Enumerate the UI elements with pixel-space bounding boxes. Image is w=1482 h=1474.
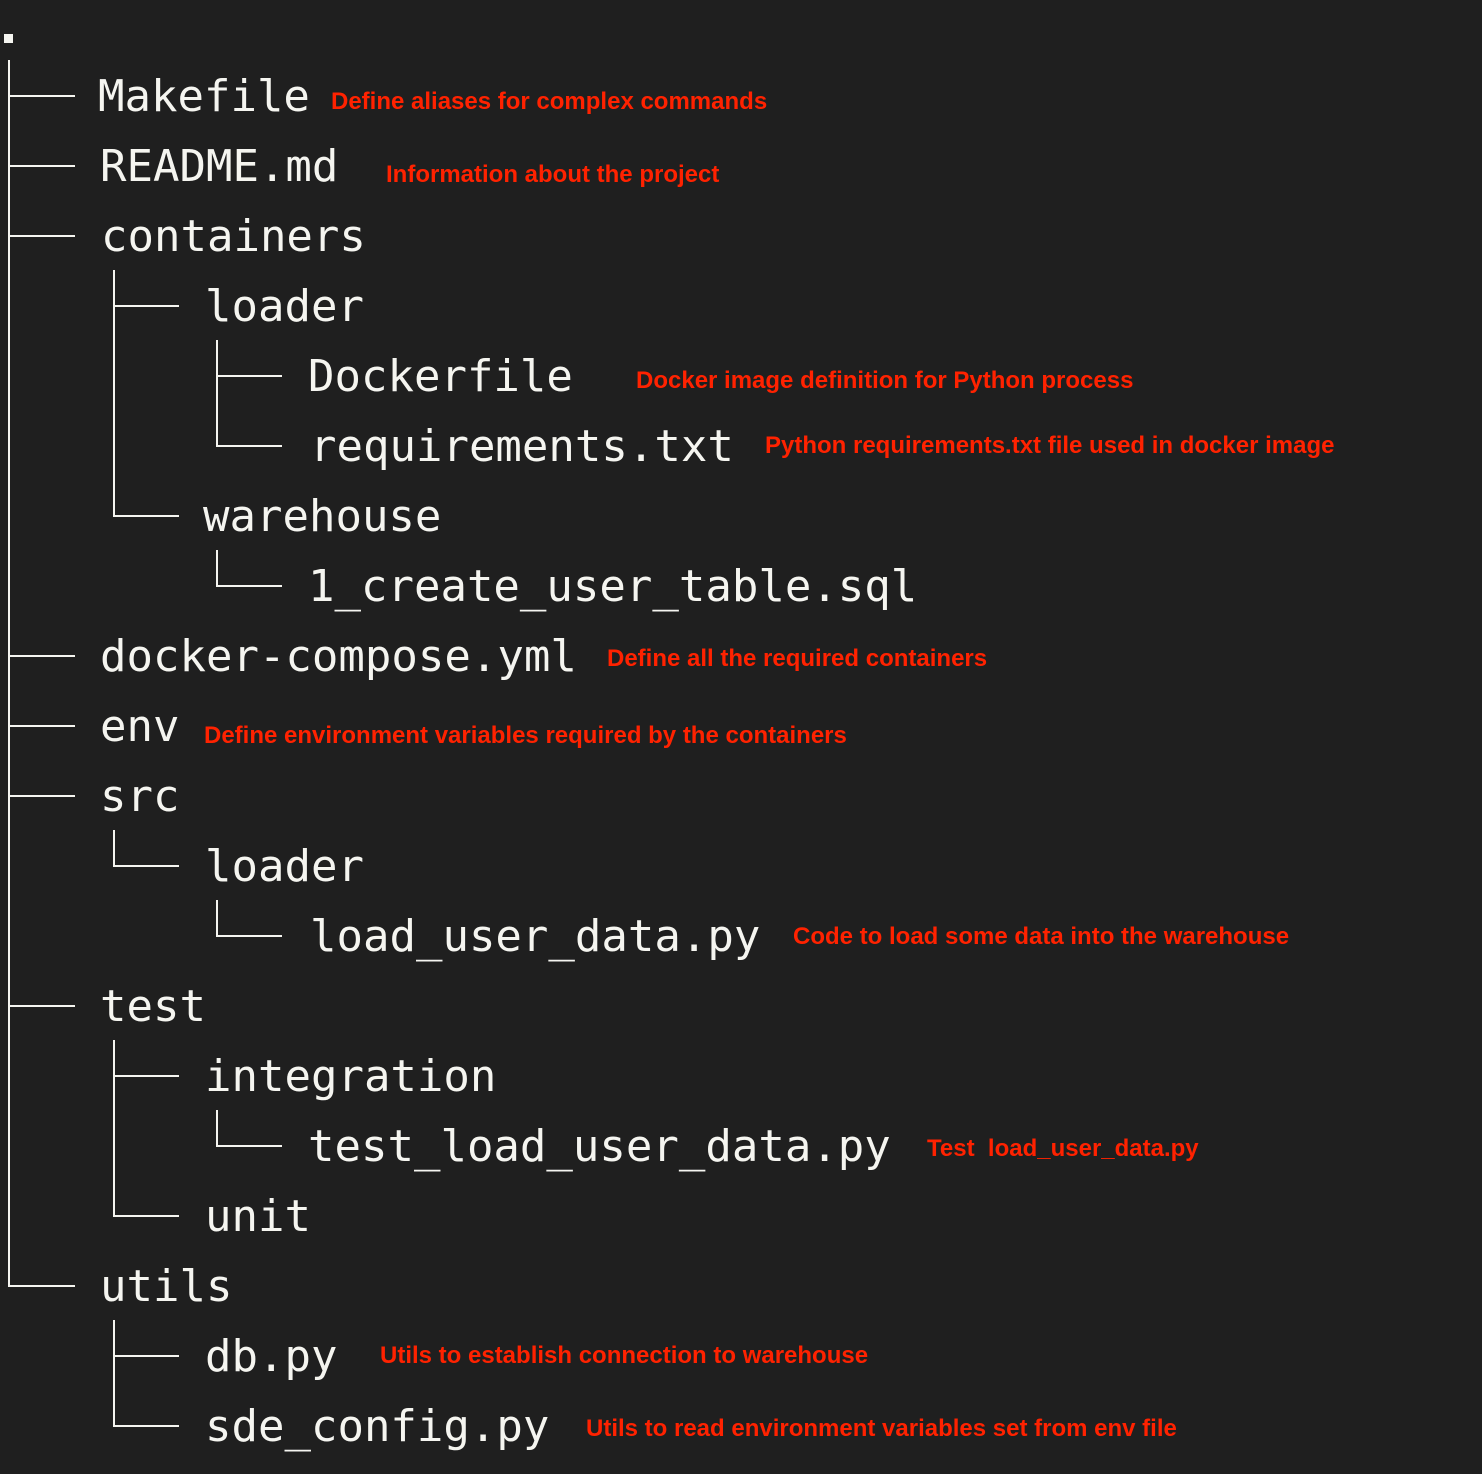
- tree-line-integration: [216, 1110, 218, 1147]
- root-directory-dot: [4, 34, 13, 43]
- file-create-user-table-sql[interactable]: 1_create_user_table.sql: [308, 565, 917, 609]
- annotation-test-load-user-data: Test load_user_data.py: [927, 1135, 1199, 1162]
- file-requirements[interactable]: requirements.txt: [310, 425, 734, 469]
- folder-src[interactable]: src: [100, 775, 179, 819]
- branch-line: [8, 165, 75, 167]
- branch-line: [216, 375, 282, 377]
- folder-src-loader[interactable]: loader: [205, 845, 364, 889]
- branch-line: [113, 1425, 179, 1427]
- annotation-dockerfile: Docker image definition for Python proce…: [636, 367, 1134, 394]
- tree-line-utils: [113, 1320, 115, 1427]
- annotation-makefile: Define aliases for complex commands: [331, 88, 768, 115]
- branch-line: [216, 445, 282, 447]
- tree-line-test: [113, 1040, 115, 1217]
- branch-line: [8, 725, 75, 727]
- branch-line: [216, 1145, 282, 1147]
- branch-line: [8, 795, 75, 797]
- file-sde-config[interactable]: sde_config.py: [205, 1405, 549, 1449]
- branch-line: [8, 1005, 75, 1007]
- annotation-sde-config: Utils to read environment variables set …: [586, 1415, 1177, 1442]
- folder-integration[interactable]: integration: [205, 1055, 496, 1099]
- file-makefile[interactable]: Makefile: [98, 75, 310, 119]
- branch-line: [8, 1285, 75, 1287]
- branch-line: [113, 865, 179, 867]
- folder-warehouse[interactable]: warehouse: [203, 495, 441, 539]
- branch-line: [8, 235, 75, 237]
- file-test-load-user-data[interactable]: test_load_user_data.py: [308, 1125, 891, 1169]
- branch-line: [216, 585, 282, 587]
- branch-line: [113, 1215, 179, 1217]
- folder-utils[interactable]: utils: [100, 1265, 232, 1309]
- annotation-load-user-data: Code to load some data into the warehous…: [793, 923, 1290, 950]
- file-env[interactable]: env: [100, 705, 179, 749]
- tree-line-containers: [113, 270, 115, 517]
- folder-unit[interactable]: unit: [205, 1195, 311, 1239]
- branch-line: [113, 305, 179, 307]
- tree-line-src-loader: [216, 900, 218, 937]
- file-db-py[interactable]: db.py: [205, 1335, 337, 1379]
- tree-line-loader: [216, 340, 218, 447]
- folder-containers[interactable]: containers: [101, 215, 366, 259]
- annotation-docker-compose: Define all the required containers: [607, 645, 988, 672]
- branch-line: [8, 95, 75, 97]
- file-docker-compose[interactable]: docker-compose.yml: [100, 635, 577, 679]
- annotation-readme: Information about the project: [386, 161, 720, 188]
- file-readme[interactable]: README.md: [100, 145, 338, 189]
- branch-line: [113, 515, 179, 517]
- folder-containers-loader[interactable]: loader: [205, 285, 364, 329]
- branch-line: [216, 935, 282, 937]
- annotation-db-py: Utils to establish connection to warehou…: [380, 1342, 869, 1369]
- file-dockerfile[interactable]: Dockerfile: [308, 355, 573, 399]
- annotation-env: Define environment variables required by…: [204, 722, 847, 749]
- tree-line-root: [8, 60, 10, 1286]
- folder-test[interactable]: test: [100, 985, 206, 1029]
- branch-line: [113, 1355, 179, 1357]
- branch-line: [113, 1075, 179, 1077]
- tree-line-warehouse: [216, 550, 218, 587]
- branch-line: [8, 655, 75, 657]
- file-load-user-data[interactable]: load_user_data.py: [310, 915, 760, 959]
- tree-line-src: [113, 830, 115, 867]
- annotation-requirements: Python requirements.txt file used in doc…: [765, 432, 1335, 459]
